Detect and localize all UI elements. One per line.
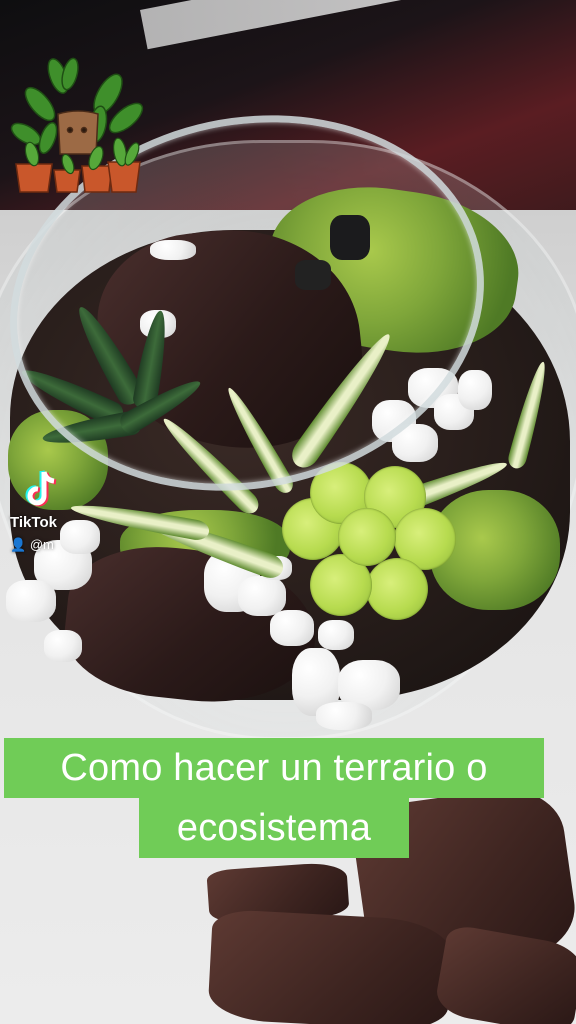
potted-plants-logo-graphic: [10, 57, 144, 193]
bark-piece: [207, 908, 453, 1024]
echeveria-succulent: [282, 462, 460, 622]
tiktok-brand-label: TikTok: [10, 514, 57, 531]
video-frame[interactable]: TikTok 👤 @m Como hacer un terrario o eco…: [0, 0, 576, 1024]
tiktok-logo-icon: [25, 470, 57, 507]
tiktok-username: 👤 @m: [10, 537, 54, 553]
white-pebble: [6, 580, 56, 622]
white-pebble: [44, 630, 82, 662]
white-pebble: [238, 576, 286, 616]
succulent-leaf: [338, 508, 396, 566]
potted-plants-logo: [8, 54, 152, 204]
caption-line-2: ecosistema: [139, 798, 409, 858]
white-pebble: [458, 370, 492, 410]
white-pebble: [316, 702, 372, 730]
tiktok-username-text: @m: [29, 537, 54, 552]
succulent-leaf: [366, 558, 428, 620]
caption-line-1: Como hacer un terrario o: [4, 738, 544, 798]
tiktok-watermark: TikTok 👤 @m: [8, 468, 88, 558]
user-icon: 👤: [10, 537, 27, 552]
white-pebble: [318, 620, 354, 650]
